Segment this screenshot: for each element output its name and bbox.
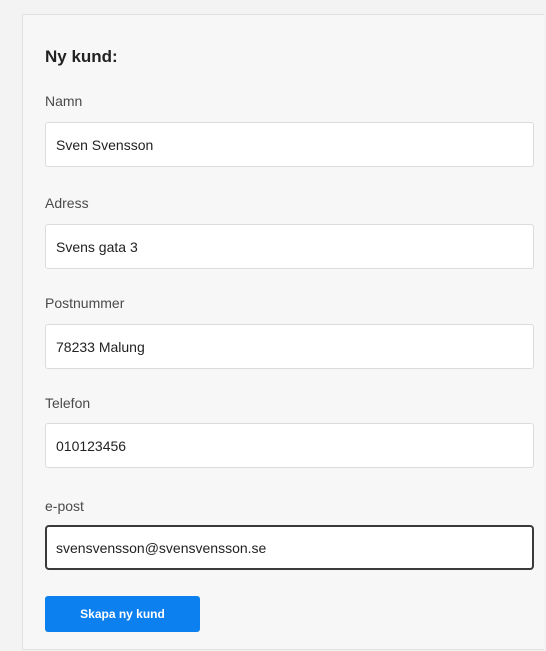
phone-label: Telefon [45,395,91,411]
postal-code-label: Postnummer [45,295,125,311]
phone-field[interactable] [45,423,534,468]
email-field[interactable] [45,525,534,570]
name-field[interactable] [45,122,534,167]
postal-code-field[interactable] [45,324,534,369]
email-label: e-post [45,498,84,514]
address-field[interactable] [45,224,534,269]
create-customer-button[interactable]: Skapa ny kund [45,596,200,632]
name-label: Namn [45,93,83,109]
new-customer-form: Ny kund: Namn Adress Postnummer Telefon … [22,14,544,650]
form-title: Ny kund: [45,47,118,66]
address-label: Adress [45,195,89,211]
